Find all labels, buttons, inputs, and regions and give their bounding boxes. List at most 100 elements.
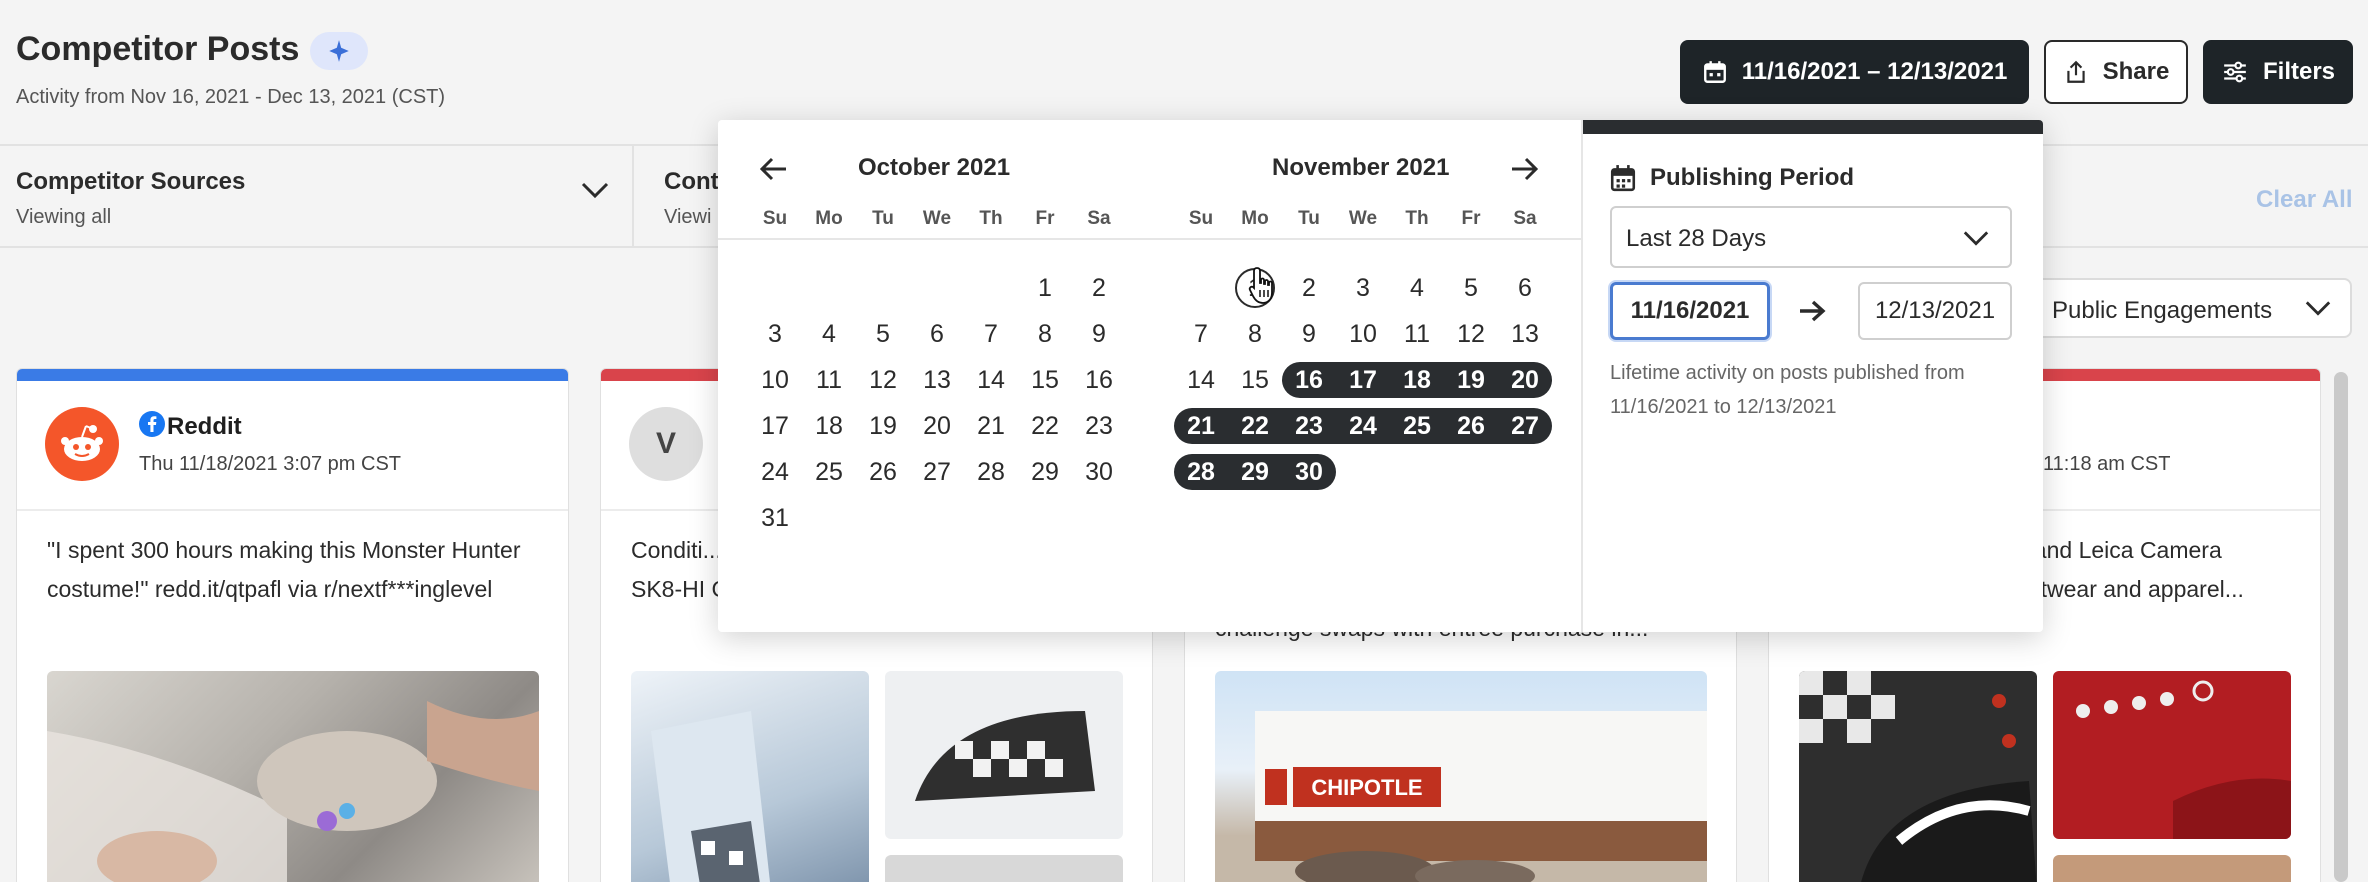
photo-chipotle-storefront: CHIPOTLE [1255, 711, 1707, 882]
weekday-divider [1145, 238, 1581, 240]
card-accent-bar [17, 369, 568, 381]
post-image[interactable] [2053, 855, 2291, 882]
end-date-input[interactable]: 12/13/2021 [1858, 282, 2012, 340]
weekday-label: Su [762, 208, 788, 229]
calendar-day[interactable]: 5 [856, 316, 910, 352]
post-image[interactable] [47, 671, 539, 882]
calendar-day[interactable]: 3 [748, 316, 802, 352]
avatar [45, 407, 119, 481]
calendar-day[interactable]: 16 [1282, 362, 1336, 398]
calendar-day[interactable]: 18 [1390, 362, 1444, 398]
calendar-day[interactable]: 9 [1072, 316, 1126, 352]
ai-sparkle-button[interactable] [310, 32, 368, 70]
calendar-day[interactable]: 26 [856, 454, 910, 490]
calendar-day[interactable]: 29 [1228, 454, 1282, 490]
calendar-day[interactable]: 22 [1228, 408, 1282, 444]
calendar-day[interactable]: 14 [964, 362, 1018, 398]
calendar-day[interactable]: 13 [1498, 316, 1552, 352]
calendar-day[interactable]: 8 [1018, 316, 1072, 352]
weekday-label: Fr [1461, 208, 1481, 229]
calendar-day[interactable]: 2 [1282, 270, 1336, 306]
share-button[interactable]: Share [2044, 40, 2188, 104]
calendar-day[interactable]: 21 [1174, 408, 1228, 444]
publishing-preset-select[interactable]: Last 28 Days [1610, 206, 2012, 268]
calendar-day[interactable]: 20 [1498, 362, 1552, 398]
calendar-day[interactable]: 24 [1336, 408, 1390, 444]
calendar-day[interactable]: 22 [1018, 408, 1072, 444]
start-date-input[interactable]: 11/16/2021 [1610, 282, 1770, 340]
calendar-day[interactable]: 10 [748, 362, 802, 398]
calendar-day[interactable]: 7 [1174, 316, 1228, 352]
calendar-day[interactable]: 15 [1018, 362, 1072, 398]
calendar-day[interactable]: 17 [748, 408, 802, 444]
scrollbar[interactable] [2334, 372, 2348, 882]
arrow-right-icon[interactable] [1510, 156, 1538, 182]
share-icon [2066, 60, 2085, 83]
calendar-day[interactable]: 31 [748, 500, 802, 536]
post-image[interactable] [631, 671, 869, 882]
calendar-day[interactable]: 15 [1228, 362, 1282, 398]
calendar-day[interactable]: 12 [1444, 316, 1498, 352]
calendar-day[interactable]: 6 [910, 316, 964, 352]
card-date: 11:18 am CST [2043, 453, 2171, 475]
calendar-day[interactable]: 14 [1174, 362, 1228, 398]
calendar-day[interactable]: 10 [1336, 316, 1390, 352]
calendar-day[interactable]: 5 [1444, 270, 1498, 306]
calendar-day[interactable]: 30 [1282, 454, 1336, 490]
calendar-day[interactable]: 26 [1444, 408, 1498, 444]
calendar-day[interactable]: 2 [1072, 270, 1126, 306]
post-image[interactable] [885, 671, 1123, 839]
calendar-day[interactable]: 6 [1498, 270, 1552, 306]
calendar-day[interactable]: 21 [964, 408, 1018, 444]
card-date: Thu 11/18/2021 3:07 pm CST [139, 453, 402, 475]
calendar-day[interactable]: 8 [1228, 316, 1282, 352]
date-range-button[interactable]: 11/16/2021 – 12/13/2021 [1680, 40, 2029, 104]
calendar-day[interactable]: 27 [910, 454, 964, 490]
arrow-left-icon[interactable] [760, 156, 788, 182]
clear-all-link[interactable]: Clear All [2256, 186, 2352, 214]
calendar-day[interactable]: 7 [964, 316, 1018, 352]
post-image[interactable]: CHIPOTLE [1215, 671, 1707, 882]
calendar-day[interactable]: 16 [1072, 362, 1126, 398]
calendar-day[interactable]: 4 [802, 316, 856, 352]
photo-vans-sneaker [1799, 671, 2037, 882]
card-platform-name: Reddit [167, 413, 242, 440]
calendar-day[interactable]: 17 [1336, 362, 1390, 398]
calendar-day[interactable]: 11 [1390, 316, 1444, 352]
calendar-day[interactable]: 25 [802, 454, 856, 490]
calendar-day[interactable]: 27 [1498, 408, 1552, 444]
calendar-day[interactable]: 25 [1390, 408, 1444, 444]
calendar-day[interactable]: 30 [1072, 454, 1126, 490]
calendar-icon [1703, 61, 1726, 83]
filters-label: Filters [2262, 58, 2336, 85]
chevron-down-icon [581, 182, 609, 199]
calendar-day[interactable]: 24 [748, 454, 802, 490]
calendar-day[interactable]: 29 [1018, 454, 1072, 490]
filters-button[interactable]: Filters [2203, 40, 2353, 104]
calendar-day[interactable]: 20 [910, 408, 964, 444]
sort-select[interactable]: Public Engagements [2024, 278, 2352, 338]
calendar-day[interactable]: 23 [1072, 408, 1126, 444]
calendar-day[interactable]: 23 [1282, 408, 1336, 444]
date-range-label: 11/16/2021 – 12/13/2021 [1741, 58, 2008, 85]
post-image[interactable] [1799, 671, 2037, 882]
calendar-day[interactable]: 19 [856, 408, 910, 444]
photo-costume-sewing [47, 701, 539, 882]
calendar-day[interactable]: 1 [1018, 270, 1072, 306]
calendar-day[interactable]: 11 [802, 362, 856, 398]
weekday-divider [718, 238, 1145, 240]
calendar-day[interactable]: 28 [1174, 454, 1228, 490]
calendar-day[interactable]: 19 [1444, 362, 1498, 398]
calendar-day[interactable]: 28 [964, 454, 1018, 490]
calendar-day[interactable]: 4 [1390, 270, 1444, 306]
sort-selected-value: Public Engagements [2052, 297, 2273, 324]
calendar-day[interactable]: 3 [1336, 270, 1390, 306]
post-image[interactable] [2053, 671, 2291, 839]
competitor-sources-filter[interactable]: Competitor Sources Viewing all [0, 146, 634, 246]
calendar-day[interactable]: 12 [856, 362, 910, 398]
calendar-day[interactable]: 9 [1282, 316, 1336, 352]
post-image[interactable] [885, 855, 1123, 882]
post-card[interactable]: Reddit Thu 11/18/2021 3:07 pm CST "I spe… [16, 368, 569, 882]
calendar-day[interactable]: 13 [910, 362, 964, 398]
calendar-day[interactable]: 18 [802, 408, 856, 444]
